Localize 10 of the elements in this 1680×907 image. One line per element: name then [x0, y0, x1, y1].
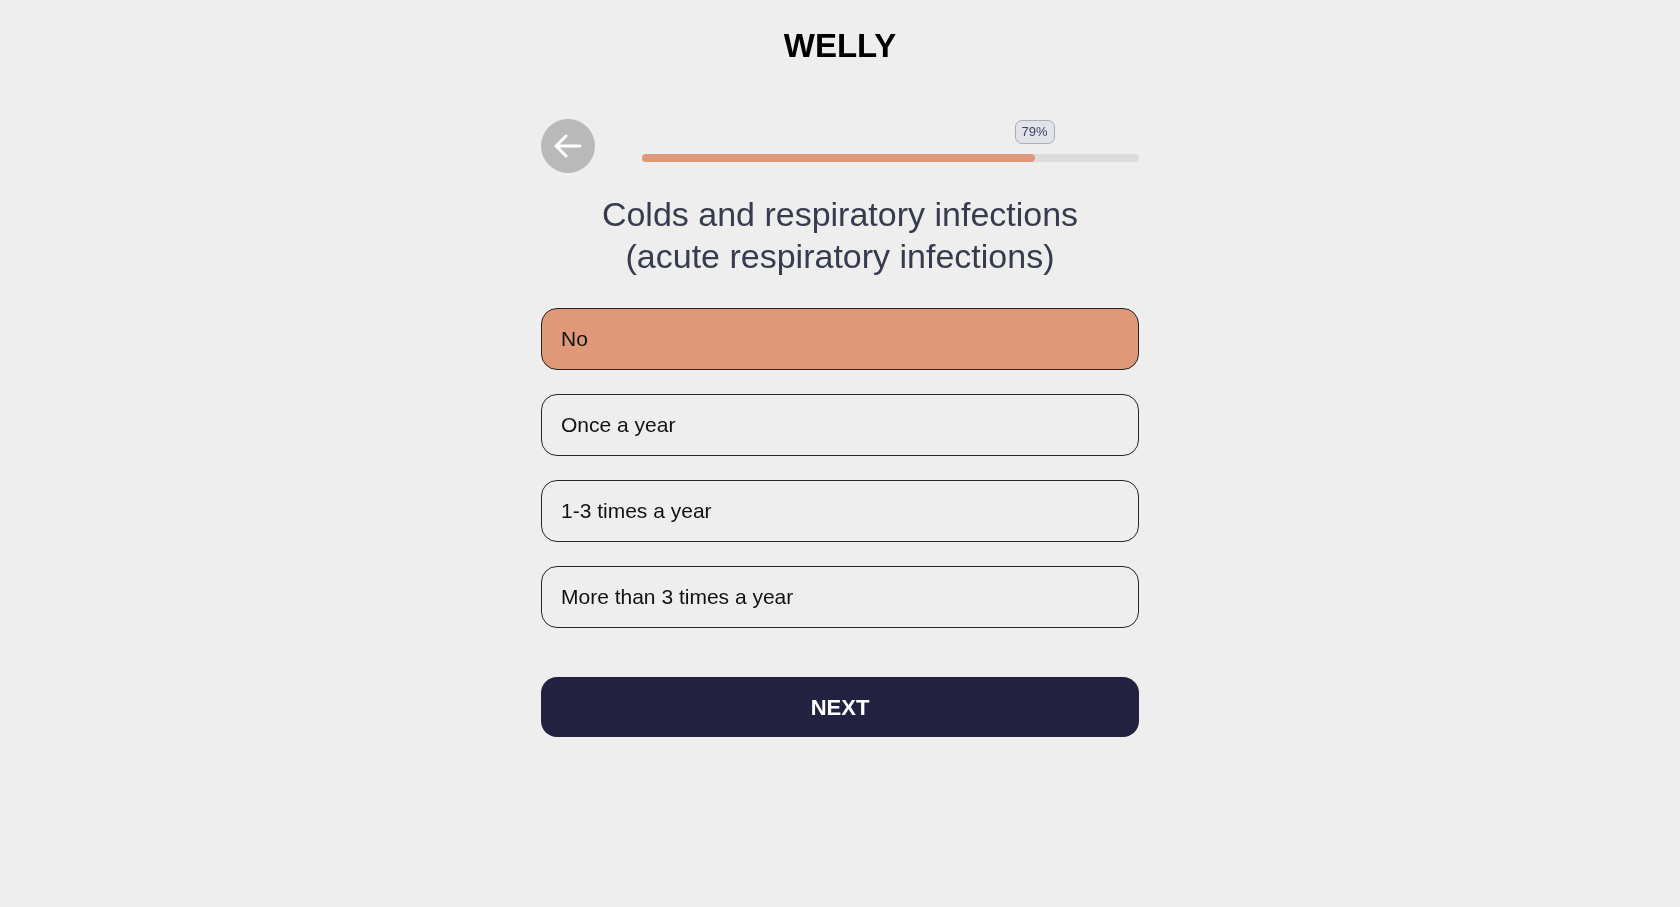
- next-button[interactable]: NEXT: [541, 677, 1139, 737]
- arrow-left-icon: [554, 134, 582, 158]
- answer-option[interactable]: 1-3 times a year: [541, 480, 1139, 542]
- logo: WELLY: [783, 27, 897, 65]
- back-button[interactable]: [541, 119, 595, 173]
- answer-option[interactable]: Once a year: [541, 394, 1139, 456]
- answer-option[interactable]: More than 3 times a year: [541, 566, 1139, 628]
- question-title: Colds and respiratory infections (acute respiratory infections): [600, 194, 1080, 277]
- answer-option[interactable]: No: [541, 308, 1139, 370]
- progress-percentage: 79%: [1014, 120, 1055, 144]
